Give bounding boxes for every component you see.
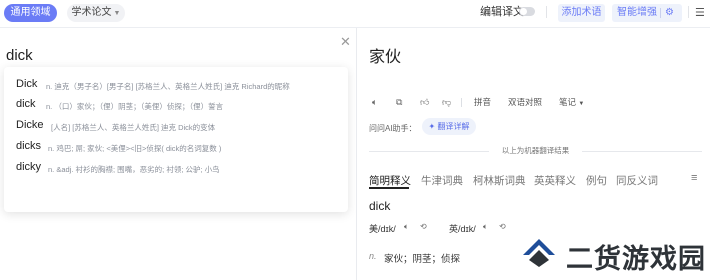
divider: [546, 6, 547, 18]
part-of-speech: n.: [369, 251, 377, 261]
headword: dick: [369, 199, 391, 213]
suggestion-item[interactable]: Dicke [人名] [苏格兰人、英格兰人姓氏] 迪克 Dick的变体: [4, 116, 348, 136]
translation-output: 家伙: [369, 49, 402, 66]
tab-concise[interactable]: 简明释义: [369, 173, 411, 188]
notes-label: 笔记: [559, 97, 577, 107]
translation-explain-button[interactable]: ✦ 翻译详解: [422, 118, 476, 135]
edit-translation-toggle[interactable]: [519, 7, 535, 16]
smart-enhance-button[interactable]: 智能增强 ⚙: [612, 4, 682, 22]
chevron-down-icon: ▼: [578, 101, 585, 107]
divider: [688, 6, 689, 18]
slow-play-icon[interactable]: ⟲: [420, 222, 427, 231]
pronunciation-uk: 英/dɪk/: [449, 224, 476, 234]
suggestion-definition: n. （口）家伙；（俚）阴茎；（美俚）侦探；（俚）誓言: [46, 102, 224, 111]
suggestion-word: dicky: [16, 161, 42, 173]
translation-explain-label: 翻译详解: [437, 122, 470, 131]
close-icon[interactable]: ✕: [340, 34, 351, 50]
suggestion-word: dicks: [16, 140, 42, 152]
tab-oxford[interactable]: 牛津词典: [421, 173, 463, 188]
notes-button[interactable]: 笔记 ▼: [559, 96, 584, 110]
pinyin-button[interactable]: 拼音: [474, 96, 491, 108]
tab-synonyms[interactable]: 同反义词: [616, 173, 658, 188]
list-icon[interactable]: ≡: [691, 172, 697, 184]
tab-examples[interactable]: 例句: [586, 173, 607, 188]
suggestion-item[interactable]: dicks n. 鸡巴; 屌; 家伙; <美俚><旧>侦探( dick的名词复数…: [4, 137, 348, 157]
top-toolbar: 通用领域 学术论文 ▼ 编辑译文 添加术语 智能增强 ⚙ ☰: [0, 0, 710, 28]
speaker-icon[interactable]: 🔈︎: [483, 222, 488, 232]
active-tab-indicator: [369, 187, 409, 189]
smart-enhance-label: 智能增强: [617, 7, 657, 18]
copy-icon[interactable]: ⧉: [396, 96, 402, 108]
slow-play-icon[interactable]: ⟲: [499, 222, 506, 231]
divider: [582, 151, 702, 152]
toggle-knob: [520, 8, 527, 15]
source-panel: dick ✕ Dick n. 迪克（男子名）[男子名] [苏格兰人、英格兰人姓氏…: [0, 29, 356, 280]
thumbs-up-icon[interactable]: 👍︎: [420, 96, 429, 108]
divider: [660, 8, 661, 18]
pronunciation-us: 美/dɪk/: [369, 224, 396, 234]
academic-paper-dropdown[interactable]: 学术论文 ▼: [67, 4, 125, 22]
suggestion-definition: [人名] [苏格兰人、英格兰人姓氏] 迪克 Dick的变体: [51, 123, 216, 132]
speaker-icon[interactable]: 🔈︎: [404, 222, 409, 232]
ai-assistant-label: 问问AI助手：: [369, 124, 417, 133]
suggestion-dropdown: Dick n. 迪克（男子名）[男子名] [苏格兰人、英格兰人姓氏] 迪克 Ri…: [4, 67, 348, 212]
academic-paper-label: 学术论文: [71, 7, 112, 18]
suggestion-definition: n. &adj. 衬衫的胸襟; 围嘴，恶劣的; 衬领; 公驴; 小鸟: [48, 165, 220, 174]
add-term-button[interactable]: 添加术语: [558, 4, 605, 22]
chevron-down-icon: ▼: [113, 10, 121, 17]
speaker-icon[interactable]: 🔈︎: [372, 96, 377, 108]
tab-collins[interactable]: 柯林斯词典: [473, 173, 526, 188]
definition-text: 家伙；阴茎；侦探: [384, 254, 461, 265]
source-input[interactable]: dick: [6, 47, 33, 64]
general-domain-button[interactable]: 通用领域: [4, 4, 57, 22]
suggestion-item[interactable]: Dick n. 迪克（男子名）[男子名] [苏格兰人、英格兰人姓氏] 迪克 Ri…: [4, 75, 348, 95]
gear-icon[interactable]: ⚙: [665, 4, 674, 22]
watermark-logo-icon: [523, 239, 555, 267]
suggestion-item[interactable]: dick n. （口）家伙；（俚）阴茎；（美俚）侦探；（俚）誓言: [4, 95, 348, 115]
edit-translation-label: 编辑译文: [480, 6, 524, 18]
watermark-text: 二货游戏园: [566, 244, 706, 275]
suggestion-definition: n. 鸡巴; 屌; 家伙; <美俚><旧>侦探( dick的名词复数 ): [48, 144, 222, 153]
sparkle-icon: ✦: [428, 122, 436, 131]
divider: [461, 98, 462, 107]
bilingual-button[interactable]: 双语对照: [508, 96, 542, 108]
thumbs-down-icon[interactable]: 👎︎: [442, 96, 451, 108]
suggestion-definition: n. 迪克（男子名）[男子名] [苏格兰人、英格兰人姓氏] 迪克 Richard…: [46, 82, 290, 91]
tab-english-english[interactable]: 英英释义: [534, 173, 576, 188]
watermark: 二货游戏园: [512, 232, 710, 280]
suggestion-word: dick: [16, 98, 36, 110]
suggestion-word: Dick: [16, 78, 38, 90]
menu-icon[interactable]: ☰: [695, 4, 705, 22]
suggestion-item[interactable]: dicky n. &adj. 衬衫的胸襟; 围嘴，恶劣的; 衬领; 公驴; 小鸟: [4, 158, 348, 178]
suggestion-word: Dicke: [16, 119, 44, 131]
